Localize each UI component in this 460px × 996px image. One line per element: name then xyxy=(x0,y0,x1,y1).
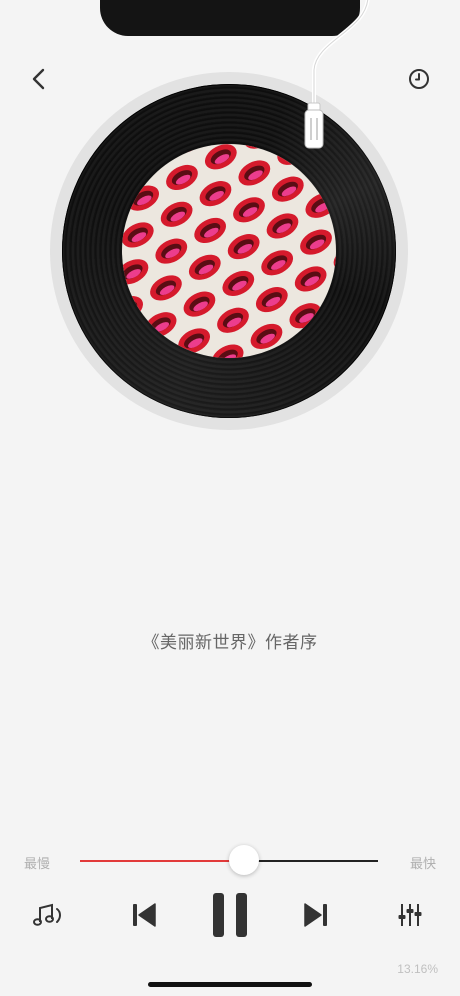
lips-motif xyxy=(155,238,188,264)
speed-control: 最慢 最快 xyxy=(0,845,460,876)
playlist-button[interactable] xyxy=(28,890,70,940)
lips-motif xyxy=(217,307,249,333)
speed-slider-thumb[interactable] xyxy=(228,845,259,875)
speed-slider-track[interactable] xyxy=(80,845,378,875)
pause-icon xyxy=(213,893,247,937)
speed-fast-label: 最快 xyxy=(409,856,436,871)
track-title: 《美丽新世界》作者序 xyxy=(142,633,318,652)
lips-motif xyxy=(188,254,221,280)
equalizer-sliders-icon xyxy=(398,904,422,926)
album-cover xyxy=(122,144,336,358)
lips-motif xyxy=(183,291,216,317)
chevron-left-icon xyxy=(32,68,45,90)
lips-motif xyxy=(300,229,332,255)
lips-motif xyxy=(227,234,260,260)
previous-button[interactable] xyxy=(124,890,164,940)
listening-progress: 13.16% xyxy=(397,962,438,976)
audio-settings-button[interactable] xyxy=(390,890,430,940)
lips-motif xyxy=(233,197,265,223)
lips-motif xyxy=(150,275,182,301)
pause-button[interactable] xyxy=(204,890,256,940)
lips-motif xyxy=(194,217,227,244)
lips-motif xyxy=(261,250,294,276)
lips-motif xyxy=(266,213,299,239)
skip-previous-icon xyxy=(133,903,156,927)
lips-motif xyxy=(122,222,154,248)
lips-motif xyxy=(238,160,271,186)
next-button[interactable] xyxy=(296,890,336,940)
lips-motif xyxy=(222,270,255,296)
lips-motif xyxy=(211,344,244,358)
lips-motif xyxy=(255,287,288,313)
music-notes-icon xyxy=(33,903,61,926)
clock-icon xyxy=(409,69,429,89)
lips-motif xyxy=(294,266,327,292)
speed-slow-label: 最慢 xyxy=(24,856,51,871)
speed-slider-fill xyxy=(80,860,244,862)
lips-motif xyxy=(160,201,193,227)
tonearm xyxy=(304,0,370,149)
playback-controls xyxy=(0,890,460,940)
lips-motif xyxy=(204,144,237,170)
lips-motif xyxy=(166,164,198,191)
lips-motif xyxy=(122,259,149,285)
lips-motif xyxy=(199,181,232,207)
skip-next-icon xyxy=(304,903,327,927)
home-indicator[interactable] xyxy=(148,982,312,987)
lips-motif xyxy=(271,176,304,202)
